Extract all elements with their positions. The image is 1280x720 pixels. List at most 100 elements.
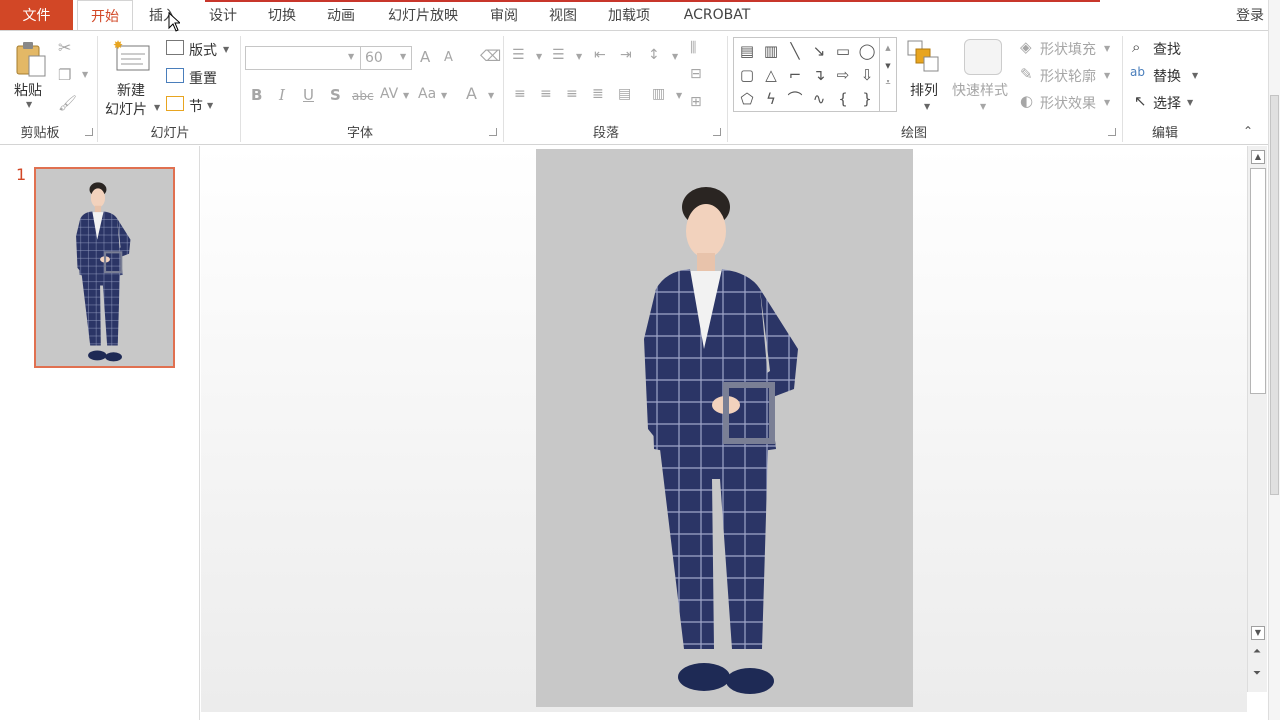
curve-shape-icon[interactable]: ∿ (808, 88, 830, 110)
shapes-scroll-down-icon[interactable]: ▼ (880, 62, 896, 70)
shapes-more-icon[interactable]: ⩡ (880, 78, 896, 88)
char-spacing-dropdown-icon[interactable]: ▼ (403, 91, 409, 100)
increase-indent-icon[interactable]: ⇥ (620, 47, 632, 63)
numbering-icon[interactable]: ☰ (552, 47, 565, 63)
paste-dropdown-icon[interactable]: ▼ (26, 100, 32, 109)
right-arrow-shape-icon[interactable]: ⇨ (832, 64, 854, 86)
italic-button[interactable]: I (279, 86, 285, 104)
triangle-shape-icon[interactable]: △ (760, 64, 782, 86)
font-color-dropdown-icon[interactable]: ▼ (488, 91, 494, 100)
tab-transitions[interactable]: 切换 (259, 0, 305, 30)
shape-effects-button[interactable]: 形状效果 (1040, 93, 1096, 113)
copy-icon[interactable]: ❐ (58, 66, 71, 84)
clear-format-icon[interactable]: ⌫ (480, 47, 501, 65)
copy-dropdown-icon[interactable]: ▼ (82, 70, 88, 79)
text-direction-icon[interactable]: ⫼ (690, 40, 696, 56)
new-slide-icon[interactable]: ✸ (113, 38, 153, 78)
find-icon[interactable]: ⌕ (1132, 38, 1140, 56)
right-brace-shape-icon[interactable]: } (856, 88, 878, 110)
change-case-button[interactable]: Aa (418, 86, 436, 102)
scribble-shape-icon[interactable]: ϟ (760, 88, 782, 110)
editor-vertical-scrollbar[interactable]: ▲ ▼ ⏶ ⏷ (1247, 146, 1267, 692)
layout-icon[interactable] (166, 40, 184, 55)
columns-dropdown-icon[interactable]: ▼ (676, 91, 682, 100)
find-button[interactable]: 查找 (1153, 39, 1181, 59)
quick-styles-dropdown-icon[interactable]: ▼ (980, 102, 986, 111)
font-launcher-icon[interactable] (489, 128, 497, 136)
arrange-button[interactable]: 排列 (910, 80, 938, 100)
rectangle-shape-icon[interactable]: ▭ (832, 40, 854, 62)
window-scroll-thumb[interactable] (1270, 95, 1279, 495)
grow-font-button[interactable]: A (420, 48, 430, 66)
paragraph-launcher-icon[interactable] (713, 128, 721, 136)
scroll-up-icon[interactable]: ▲ (1251, 150, 1265, 164)
underline-button[interactable]: U (303, 86, 314, 104)
bullets-icon[interactable]: ☰ (512, 47, 525, 63)
line-spacing-icon[interactable]: ↕ (648, 47, 660, 63)
strikethrough-button[interactable]: abc (352, 89, 374, 103)
reset-icon[interactable] (166, 68, 184, 83)
replace-dropdown-icon[interactable]: ▼ (1192, 71, 1198, 80)
tab-design[interactable]: 设计 (200, 0, 246, 30)
replace-button[interactable]: 替换 (1153, 66, 1181, 86)
line-shape-icon[interactable]: ╲ (784, 40, 806, 62)
shape-outline-icon[interactable]: ✎ (1020, 65, 1033, 83)
login-link[interactable]: 登录 (1230, 0, 1270, 30)
columns-icon[interactable]: ▥ (652, 86, 665, 102)
shadow-button[interactable]: S (330, 86, 341, 104)
tab-view[interactable]: 视图 (540, 0, 586, 30)
distributed-icon[interactable]: ▤ (618, 86, 631, 102)
scroll-thumb[interactable] (1250, 168, 1266, 394)
font-name-combo[interactable] (245, 46, 361, 70)
align-center-icon[interactable]: ≡ (540, 86, 552, 102)
tab-slideshow[interactable]: 幻灯片放映 (378, 0, 468, 30)
change-case-dropdown-icon[interactable]: ▼ (441, 91, 447, 100)
collapse-ribbon-icon[interactable]: ⌃ (1243, 124, 1253, 138)
numbering-dropdown-icon[interactable]: ▼ (576, 52, 582, 61)
textbox-shape-icon[interactable]: ▤ (736, 40, 758, 62)
bold-button[interactable]: B (251, 86, 262, 104)
shapes-scroll-up-icon[interactable]: ▲ (880, 44, 896, 52)
char-spacing-button[interactable]: AV (380, 86, 398, 102)
align-text-icon[interactable]: ⊟ (690, 66, 702, 82)
select-button[interactable]: 选择 (1153, 93, 1181, 113)
tab-review[interactable]: 审阅 (481, 0, 527, 30)
freeform-shape-icon[interactable]: ⬠ (736, 88, 758, 110)
next-slide-icon[interactable]: ⏷ (1253, 668, 1261, 679)
drawing-launcher-icon[interactable] (1108, 128, 1116, 136)
decrease-indent-icon[interactable]: ⇤ (594, 47, 606, 63)
new-slide-label[interactable]: 新建 (117, 80, 145, 100)
shape-fill-dropdown-icon[interactable]: ▼ (1104, 44, 1110, 53)
replace-icon[interactable]: ab (1130, 65, 1145, 79)
oval-shape-icon[interactable]: ◯ (856, 40, 878, 62)
reset-button[interactable]: 重置 (189, 68, 217, 88)
font-name-dropdown-icon[interactable]: ▼ (348, 52, 354, 61)
shape-fill-icon[interactable]: ◈ (1020, 38, 1032, 56)
clipboard-launcher-icon[interactable] (85, 128, 93, 136)
select-icon[interactable]: ↖ (1134, 92, 1147, 110)
rounded-rect-shape-icon[interactable]: ▢ (736, 64, 758, 86)
align-left-icon[interactable]: ≡ (514, 86, 526, 102)
arc-shape-icon[interactable]: ⌒ (784, 88, 806, 110)
section-button[interactable]: 节 (189, 96, 203, 116)
paste-button[interactable]: 粘贴 (14, 80, 42, 100)
slide-thumbnail[interactable] (34, 167, 175, 368)
shape-effects-icon[interactable]: ◐ (1020, 92, 1033, 110)
font-size-dropdown-icon[interactable]: ▼ (400, 52, 406, 61)
tab-animations[interactable]: 动画 (318, 0, 364, 30)
section-dropdown-icon[interactable]: ▼ (207, 101, 213, 110)
section-icon[interactable] (166, 96, 184, 111)
align-right-icon[interactable]: ≡ (566, 86, 578, 102)
elbow-arrow-shape-icon[interactable]: ↴ (808, 64, 830, 86)
shape-fill-button[interactable]: 形状填充 (1040, 39, 1096, 59)
slide-canvas[interactable] (536, 149, 913, 707)
tab-acrobat[interactable]: ACROBAT (673, 0, 761, 30)
down-arrow-shape-icon[interactable]: ⇩ (856, 64, 878, 86)
shape-outline-button[interactable]: 形状轮廓 (1040, 66, 1096, 86)
format-painter-icon[interactable]: 🖌 (58, 94, 77, 112)
font-color-button[interactable]: A (466, 84, 477, 103)
vertical-textbox-shape-icon[interactable]: ▥ (760, 40, 782, 62)
layout-dropdown-icon[interactable]: ▼ (223, 45, 229, 54)
new-slide-button[interactable]: 幻灯片 (105, 99, 147, 119)
quick-styles-button[interactable]: 快速样式 (952, 80, 1008, 100)
